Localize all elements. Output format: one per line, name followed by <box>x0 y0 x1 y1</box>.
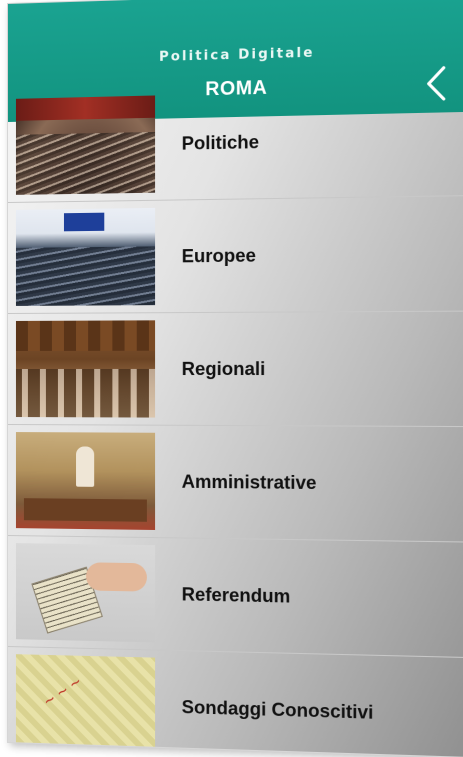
thumbnail-image <box>15 320 156 418</box>
list-item-label: Regionali <box>181 358 266 379</box>
list-item-amministrative[interactable]: Amministrative <box>8 425 463 543</box>
thumbnail-image <box>15 432 156 530</box>
thumbnail-image <box>15 95 156 195</box>
thumbnail-image <box>15 543 156 643</box>
list-item-label: Europee <box>181 244 256 266</box>
phone-screen: Politica Digitale ROMA Politiche Europee… <box>8 0 463 757</box>
list-item-referendum[interactable]: Referendum <box>8 536 463 659</box>
thumbnail-image <box>15 654 156 755</box>
list-item-label: Politiche <box>181 131 260 154</box>
list-item-label: Sondaggi Conoscitivi <box>181 696 374 723</box>
list-item-regionali[interactable]: Regionali <box>8 311 463 428</box>
list-item-sondaggi-conoscitivi[interactable]: Sondaggi Conoscitivi <box>8 647 463 757</box>
list-item-label: Referendum <box>181 583 291 607</box>
app-subtitle: Politica Digitale <box>158 45 315 65</box>
list-item-label: Amministrative <box>181 470 317 493</box>
thumbnail-image <box>15 207 156 306</box>
list-item-politiche[interactable]: Politiche <box>8 80 463 203</box>
election-list: Politiche Europee Regionali Amministrati… <box>8 80 463 757</box>
list-item-europee[interactable]: Europee <box>8 196 463 314</box>
